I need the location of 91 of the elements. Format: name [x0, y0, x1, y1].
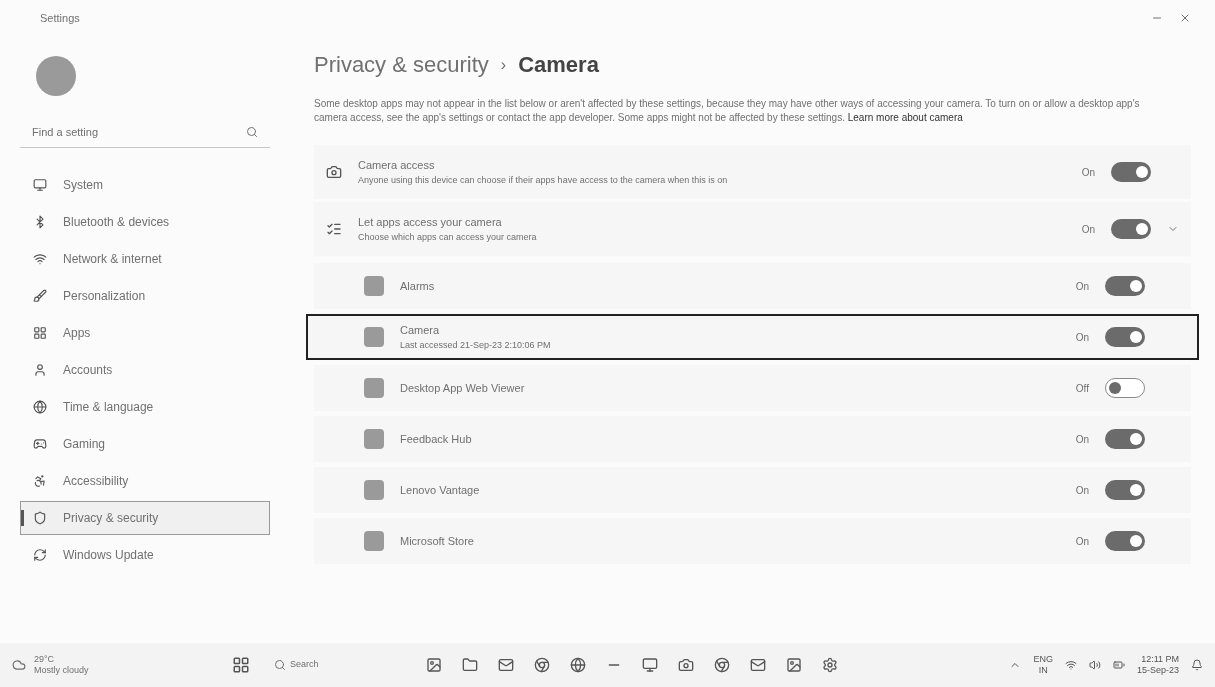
- app-name: Camera: [400, 323, 441, 338]
- app-name: Alarms: [400, 278, 436, 294]
- toggle-label: On: [1081, 222, 1095, 237]
- page-title: Camera: [518, 51, 599, 79]
- clock-date[interactable]: 15-Sep-23: [1136, 665, 1179, 676]
- sidebar-item[interactable]: Accounts: [20, 353, 270, 387]
- app-name: Desktop App Web Viewer: [400, 380, 526, 396]
- sidebar-item[interactable]: Gaming: [20, 427, 270, 461]
- sidebar-item[interactable]: Time & language: [20, 390, 270, 424]
- setting-title: Camera access: [358, 158, 436, 173]
- refresh-icon: [33, 548, 47, 562]
- sidebar-item[interactable]: Apps: [20, 316, 270, 350]
- search-icon: [246, 125, 258, 138]
- toggle-switch[interactable]: [1105, 429, 1145, 449]
- toggle-switch[interactable]: [1105, 480, 1145, 500]
- toggle-switch[interactable]: [1105, 327, 1145, 347]
- setting-title: Let apps access your camera: [358, 215, 503, 230]
- toggle-switch[interactable]: [1105, 378, 1145, 398]
- app-icon: [364, 378, 384, 398]
- learn-more-link[interactable]: Learn more about camera: [847, 112, 963, 123]
- sidebar-item[interactable]: Accessibility: [20, 464, 270, 498]
- sidebar-item[interactable]: Windows Update: [20, 538, 270, 572]
- monitor-icon[interactable]: [642, 657, 658, 673]
- toggle-switch[interactable]: [1111, 219, 1151, 239]
- breadcrumb-separator: ›: [500, 54, 507, 75]
- close-icon[interactable]: [1179, 12, 1191, 24]
- toggle-label: On: [1075, 279, 1089, 294]
- folder-icon[interactable]: [462, 657, 478, 673]
- toggle-label: On: [1075, 483, 1089, 498]
- image-icon[interactable]: [786, 657, 802, 673]
- search-field[interactable]: Find a setting: [20, 115, 228, 148]
- last-accessed-text: Last accessed 21-Sep-23 2:10:06 PM: [400, 338, 552, 352]
- browser-icon[interactable]: [714, 657, 730, 673]
- sidebar-item[interactable]: System: [20, 168, 270, 202]
- wifi-icon[interactable]: [1064, 659, 1077, 671]
- region-text[interactable]: IN: [1038, 665, 1048, 676]
- toggle-switch[interactable]: [1105, 531, 1145, 551]
- app-icon: [364, 327, 384, 347]
- wifi-icon: [33, 252, 47, 266]
- weather-condition: Mostly cloudy: [34, 665, 89, 676]
- cloud-icon[interactable]: [12, 658, 26, 672]
- search-icon: [274, 659, 286, 671]
- shield-icon: [33, 511, 47, 525]
- sidebar-item[interactable]: Bluetooth & devices: [20, 205, 270, 239]
- toggle-label: On: [1075, 534, 1089, 549]
- breadcrumb-link[interactable]: Privacy & security: [314, 48, 489, 81]
- language-text[interactable]: ENG: [1033, 654, 1053, 665]
- clock-time[interactable]: 12:11 PM: [1141, 654, 1179, 665]
- sidebar-item[interactable]: Personalization: [20, 279, 270, 313]
- bell-icon[interactable]: [1191, 659, 1203, 671]
- monitor-icon: [33, 178, 47, 192]
- sidebar-item[interactable]: Privacy & security: [20, 501, 270, 535]
- browser-icon[interactable]: [534, 657, 550, 673]
- toggle-label: Off: [1075, 381, 1089, 396]
- app-icon: [364, 531, 384, 551]
- globe-icon: [33, 400, 47, 414]
- list-icon: [326, 221, 342, 237]
- setting-subtitle: Choose which apps can access your camera: [358, 230, 538, 244]
- grid-icon: [33, 326, 47, 340]
- avatar: [36, 56, 76, 96]
- start-icon[interactable]: [232, 656, 250, 674]
- brush-icon: [33, 289, 47, 303]
- image-icon[interactable]: [426, 657, 442, 673]
- weather-temperature: 29°C: [34, 654, 56, 665]
- globe-icon[interactable]: [570, 657, 586, 673]
- battery-icon[interactable]: [1112, 659, 1125, 671]
- mail-icon[interactable]: [750, 657, 766, 673]
- app-name: Feedback Hub: [400, 431, 473, 447]
- person-icon: [33, 363, 47, 377]
- person-icon: [33, 474, 47, 488]
- app-icon: [364, 480, 384, 500]
- description-text: Some desktop apps may not appear in the list below or aren't affected by these settings, because they may have other ways of accessing your camera. To turn on or allow a desktop app's camera access, see the app's settings or contact the app developer. Some apps might not be affected by these settings. Learn more about camera: [314, 97, 1141, 125]
- toggle-label: On: [1075, 330, 1089, 345]
- speaker-icon[interactable]: [1088, 659, 1101, 671]
- toggle-label: On: [1081, 165, 1095, 180]
- window-title: Settings: [40, 10, 80, 26]
- setting-subtitle: Anyone using this device can choose if their apps have access to the camera when this is on: [358, 173, 729, 187]
- sidebar-item[interactable]: Network & internet: [20, 242, 270, 276]
- app-icon: [364, 276, 384, 296]
- toggle-switch[interactable]: [1105, 276, 1145, 296]
- camera-icon[interactable]: [678, 657, 694, 673]
- toggle-label: On: [1075, 432, 1089, 447]
- taskbar-search[interactable]: Search: [266, 653, 386, 677]
- toggle-switch[interactable]: [1111, 162, 1151, 182]
- mail-icon[interactable]: [498, 657, 514, 673]
- camera-icon: [326, 164, 342, 180]
- gamepad-icon: [33, 437, 47, 451]
- app-name: Lenovo Vantage: [400, 482, 481, 498]
- settings-icon[interactable]: [822, 657, 838, 673]
- app-icon: [364, 429, 384, 449]
- app-name: Microsoft Store: [400, 533, 475, 549]
